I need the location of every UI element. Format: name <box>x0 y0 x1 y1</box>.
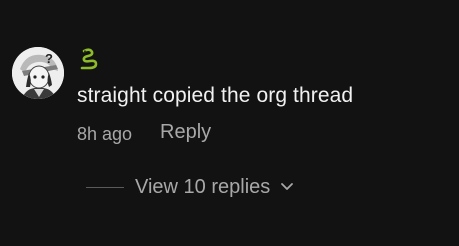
view-replies-button[interactable]: View 10 replies <box>86 174 294 200</box>
snake-emoji-icon <box>78 47 102 71</box>
svg-text:?: ? <box>45 51 53 66</box>
chevron-down-icon <box>281 183 294 190</box>
replies-divider <box>86 186 124 188</box>
comment-text: straight copied the org thread <box>77 84 354 107</box>
avatar-image: ? <box>12 47 64 99</box>
view-replies-label: View 10 replies <box>135 175 271 198</box>
avatar[interactable]: ? <box>12 47 64 99</box>
comment-timestamp: 8h ago <box>77 124 133 144</box>
comment: ? straight copied the org thread 8h ago … <box>0 0 459 246</box>
reply-button[interactable]: Reply <box>160 121 211 144</box>
